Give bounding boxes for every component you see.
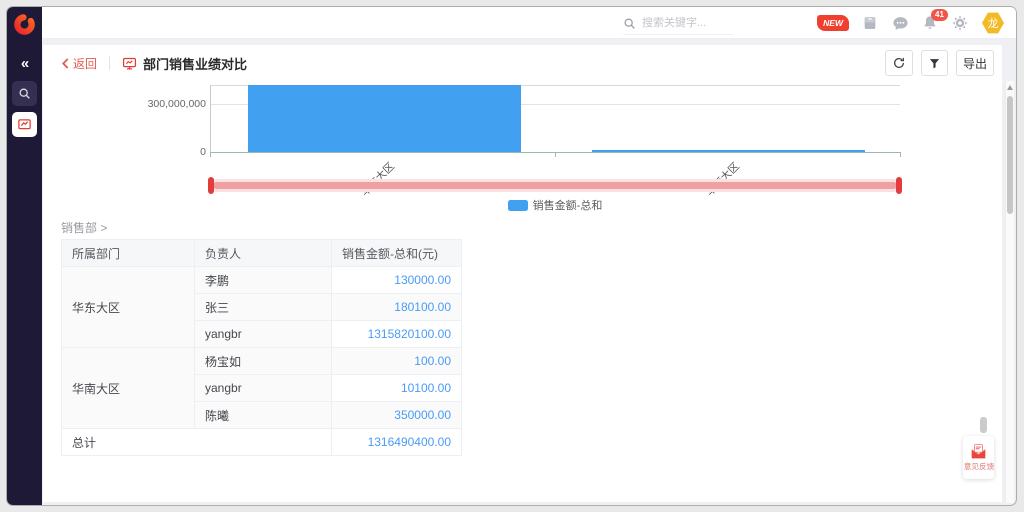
col-header-amount: 销售金额-总和(元)	[332, 240, 462, 267]
legend-label: 销售金额-总和	[533, 197, 603, 213]
legend-swatch	[508, 200, 528, 211]
journal-icon[interactable]	[862, 15, 879, 32]
filter-button[interactable]	[921, 50, 948, 76]
y-axis-tick-label: 0	[116, 146, 206, 158]
owner-cell: yangbr	[195, 321, 332, 348]
chevron-left-icon	[61, 58, 70, 69]
page-scrollbar[interactable]	[1005, 81, 1014, 503]
scrollbar-thumb[interactable]	[1007, 96, 1013, 214]
col-header-department: 所属部门	[62, 240, 195, 267]
department-cell: 华东大区	[62, 267, 195, 348]
sidebar-search-icon[interactable]	[12, 81, 37, 106]
message-icon[interactable]	[892, 15, 909, 32]
feedback-envelope-icon	[970, 444, 987, 459]
settings-gear-icon[interactable]	[952, 15, 969, 32]
search-input[interactable]	[642, 17, 722, 29]
table-header-row: 所属部门 负责人 销售金额-总和(元)	[62, 240, 462, 267]
global-search[interactable]	[623, 12, 733, 35]
datazoom-right-handle[interactable]	[896, 177, 902, 194]
sidebar-item-dashboard[interactable]	[12, 112, 37, 137]
col-header-owner: 负责人	[195, 240, 332, 267]
report-card: 返回 部门销售业绩对比	[43, 45, 1002, 502]
app-window: « NEW	[6, 6, 1017, 506]
bar-huadong	[248, 85, 521, 152]
notification-bell-icon[interactable]: 41	[922, 15, 939, 32]
datazoom-left-handle[interactable]	[208, 177, 214, 194]
sidebar-collapse-icon[interactable]: «	[7, 55, 42, 72]
search-icon	[623, 17, 636, 30]
refresh-button[interactable]	[885, 50, 913, 76]
drill-breadcrumb[interactable]: 销售部 >	[61, 219, 107, 236]
refresh-icon	[892, 56, 906, 70]
amount-cell[interactable]: 1315820100.00	[332, 321, 462, 348]
legend-item[interactable]: 销售金额-总和	[210, 197, 900, 213]
new-badge[interactable]: NEW	[817, 15, 849, 31]
bar-chart: 300,000,000 0 华东大区 华南大区 销售金额-总和	[43, 81, 1002, 216]
export-button[interactable]: 导出	[956, 50, 994, 76]
topbar: NEW 41	[42, 7, 1016, 39]
feedback-label: 意见反馈	[963, 461, 993, 471]
report-icon	[122, 56, 137, 71]
amount-cell[interactable]: 130000.00	[332, 267, 462, 294]
notification-count-badge: 41	[931, 9, 948, 21]
datazoom-selected-range[interactable]	[213, 182, 897, 189]
back-button[interactable]: 返回	[61, 55, 97, 72]
app-logo-icon[interactable]	[13, 13, 36, 36]
owner-cell: 陈曦	[195, 402, 332, 429]
amount-cell[interactable]: 350000.00	[332, 402, 462, 429]
owner-cell: yangbr	[195, 375, 332, 402]
y-axis-line	[210, 85, 211, 152]
table-row: 华东大区 李鹏 130000.00	[62, 267, 462, 294]
dashboard-icon	[17, 117, 32, 132]
user-avatar[interactable]: 龙	[982, 12, 1004, 34]
report-header: 返回 部门销售业绩对比	[43, 45, 1002, 81]
filter-funnel-icon	[928, 57, 941, 70]
x-axis-tick	[555, 153, 556, 157]
amount-cell[interactable]: 100.00	[332, 348, 462, 375]
amount-cell[interactable]: 180100.00	[332, 294, 462, 321]
inner-scrollbar-thumb[interactable]	[980, 417, 987, 433]
y-axis-tick-label: 300,000,000	[116, 98, 206, 110]
sidebar: «	[7, 7, 42, 505]
page-title: 部门销售业绩对比	[143, 54, 247, 73]
amount-cell[interactable]: 10100.00	[332, 375, 462, 402]
breadcrumb-arrow-icon: >	[100, 221, 107, 235]
table-total-row: 总计 1316490400.00	[62, 429, 462, 456]
owner-cell: 李鹏	[195, 267, 332, 294]
x-axis-tick	[900, 153, 901, 157]
datazoom-slider[interactable]	[210, 179, 900, 192]
sales-table: 所属部门 负责人 销售金额-总和(元) 华东大区 李鹏 130000.00 张三…	[61, 239, 462, 456]
breadcrumb-label: 销售部	[61, 221, 97, 235]
feedback-button[interactable]: 意见反馈	[963, 436, 994, 479]
back-label: 返回	[73, 55, 97, 72]
header-divider	[109, 56, 110, 70]
x-axis-tick	[210, 153, 211, 157]
table-row: 华南大区 杨宝如 100.00	[62, 348, 462, 375]
total-amount-cell[interactable]: 1316490400.00	[332, 429, 462, 456]
owner-cell: 杨宝如	[195, 348, 332, 375]
scrollbar-up-arrow-icon[interactable]	[1007, 85, 1013, 90]
department-cell: 华南大区	[62, 348, 195, 429]
owner-cell: 张三	[195, 294, 332, 321]
total-label-cell: 总计	[62, 429, 332, 456]
